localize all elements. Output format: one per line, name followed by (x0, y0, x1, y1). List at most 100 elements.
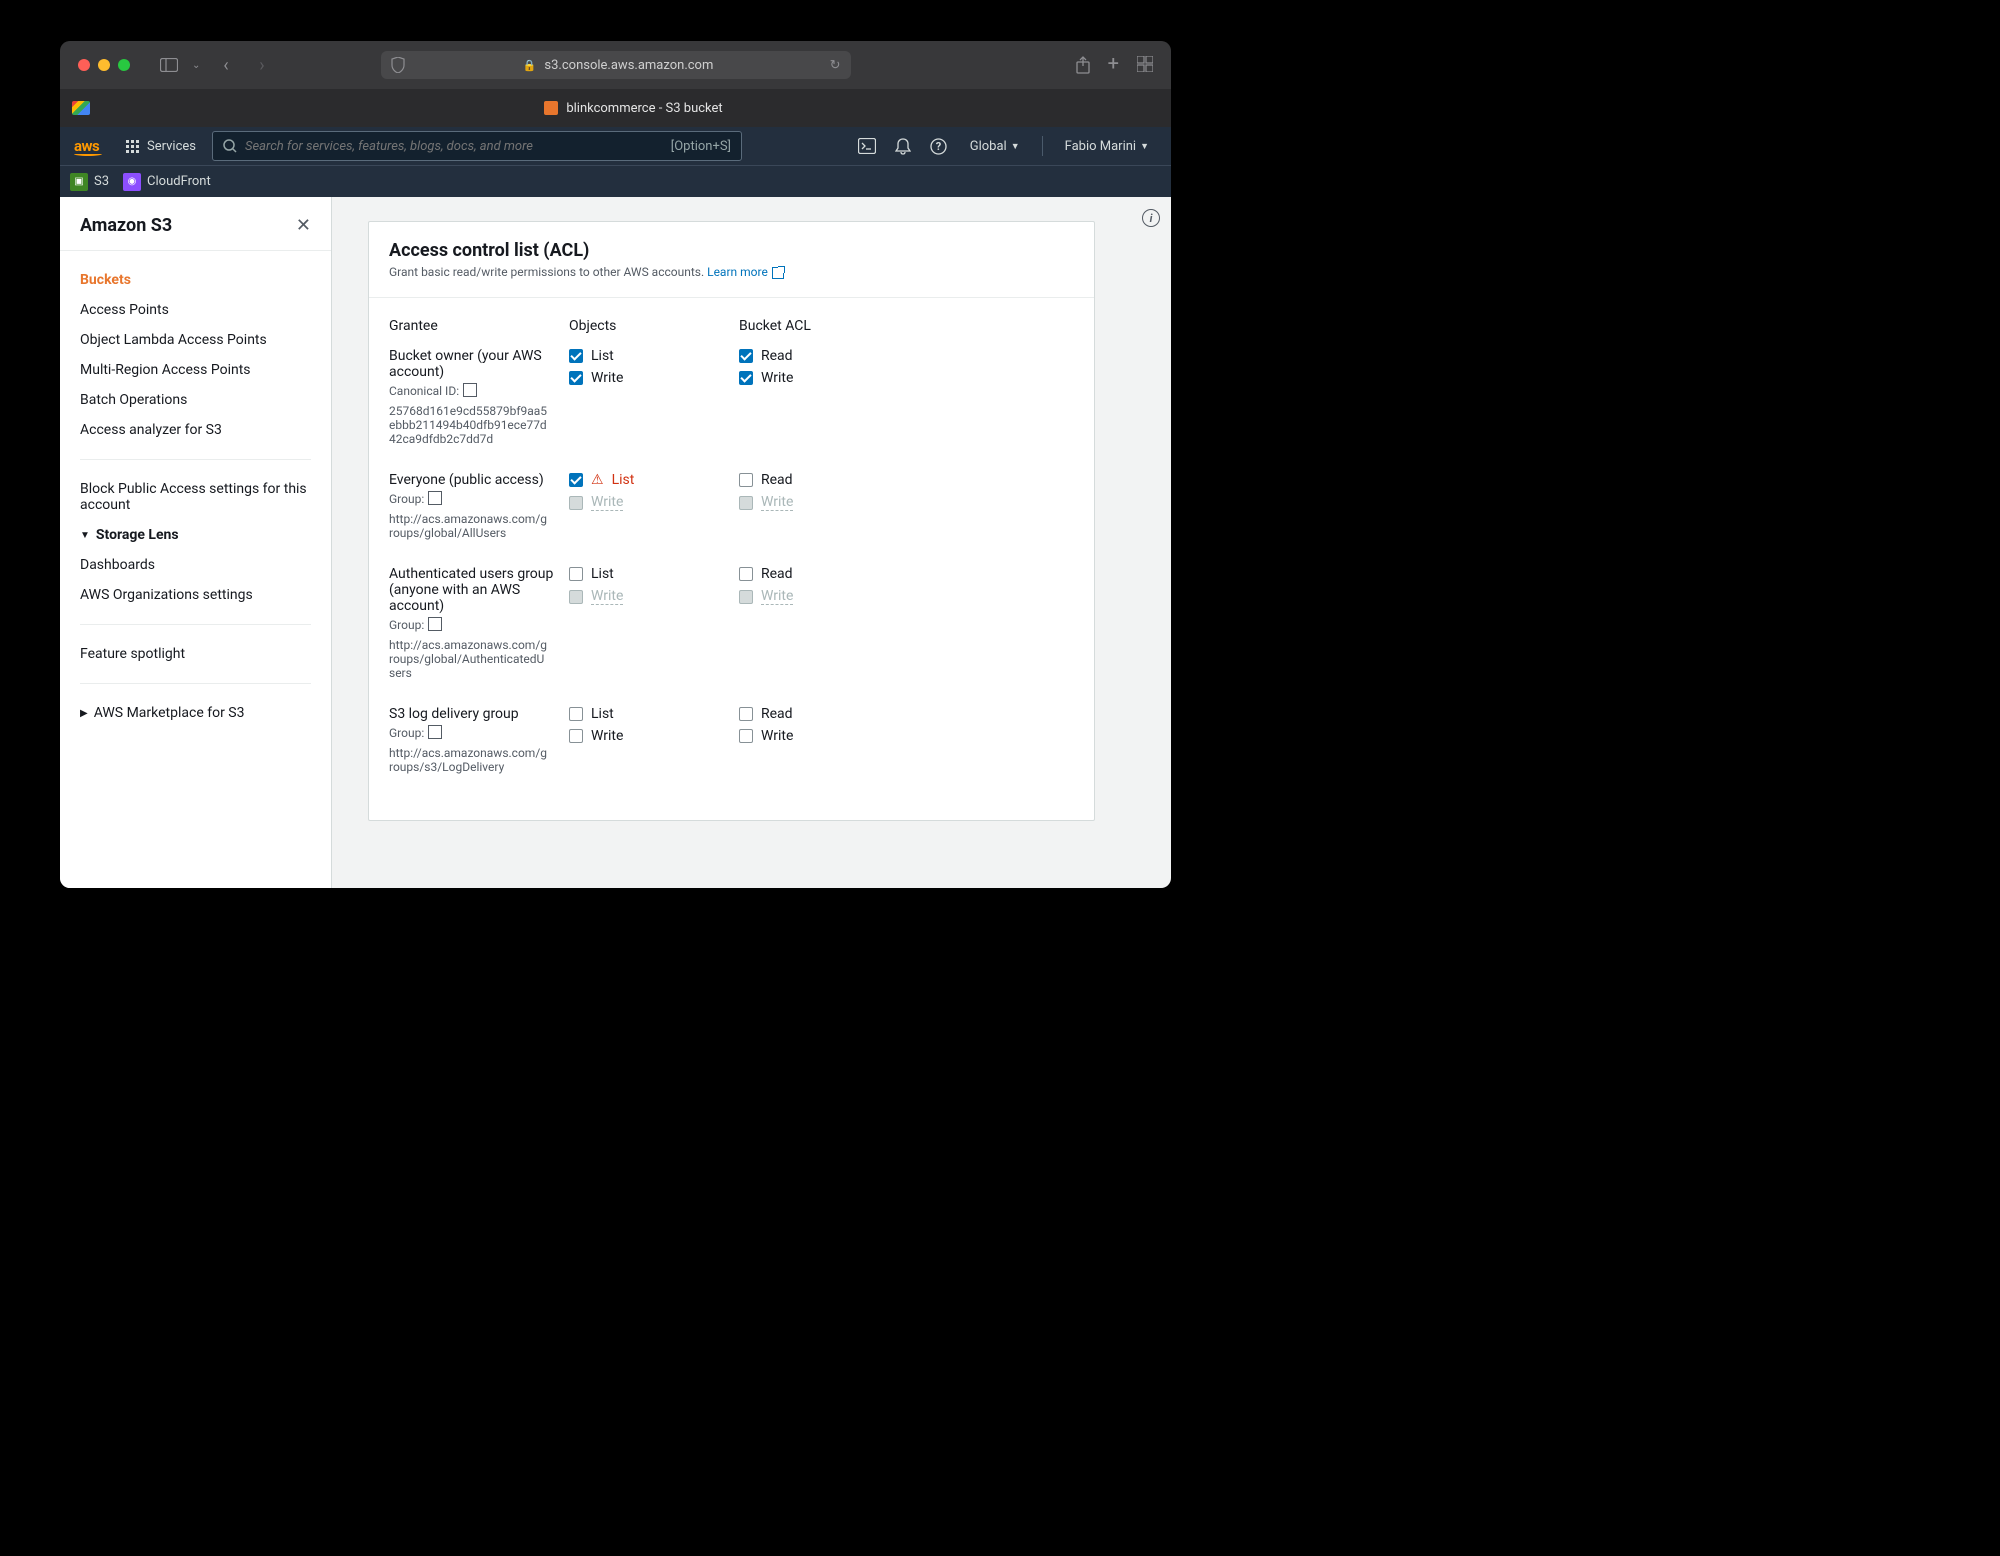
sidebar-toggle-icon[interactable] (158, 56, 180, 74)
main-area: Access control list (ACL) Grant basic re… (332, 197, 1171, 888)
gmail-icon (72, 101, 90, 115)
reload-icon[interactable]: ↻ (830, 58, 841, 73)
help-icon[interactable]: ? (926, 138, 952, 155)
search-shortcut: [Option+S] (671, 139, 731, 154)
sidebar-item-bpa[interactable]: Block Public Access settings for this ac… (60, 474, 331, 520)
sidebar-item-org-settings[interactable]: AWS Organizations settings (60, 580, 331, 610)
grantee-name: Bucket owner (your AWS account) (389, 348, 569, 380)
checkbox-everyone-objects-write (569, 496, 583, 510)
warning-icon: ⚠ (591, 472, 604, 488)
maximize-window-button[interactable] (118, 59, 130, 71)
grantee-name: S3 log delivery group (389, 706, 569, 722)
checkbox-log-objects-list[interactable] (569, 707, 583, 721)
checkbox-log-acl-read[interactable] (739, 707, 753, 721)
checkbox-log-acl-write[interactable] (739, 729, 753, 743)
sidebar-item-batch[interactable]: Batch Operations (60, 385, 331, 415)
column-header-objects: Objects (569, 318, 739, 348)
lock-icon: 🔒 (523, 59, 537, 72)
panel-title: Access control list (ACL) (389, 240, 1074, 261)
sidebar-item-olap[interactable]: Object Lambda Access Points (60, 325, 331, 355)
service-shortcut-bar: ▣S3 ◉CloudFront (60, 165, 1171, 197)
window-controls (78, 59, 130, 71)
minimize-window-button[interactable] (98, 59, 110, 71)
shortcut-cloudfront[interactable]: ◉CloudFront (123, 173, 211, 191)
checkbox-auth-objects-write (569, 590, 583, 604)
chevron-down-icon[interactable]: ⌄ (192, 60, 202, 71)
sidebar-item-dashboards[interactable]: Dashboards (60, 550, 331, 580)
close-window-button[interactable] (78, 59, 90, 71)
learn-more-link[interactable]: Learn more (707, 265, 784, 279)
services-menu[interactable]: Services (126, 139, 196, 154)
sidebar-close-button[interactable]: ✕ (296, 215, 311, 236)
checkbox-everyone-acl-write (739, 496, 753, 510)
caret-right-icon: ▶ (80, 708, 88, 719)
sidebar-item-mrap[interactable]: Multi-Region Access Points (60, 355, 331, 385)
tab-overview-icon[interactable] (1137, 56, 1153, 74)
checkbox-everyone-acl-read[interactable] (739, 473, 753, 487)
region-selector[interactable]: Global▼ (962, 139, 1028, 154)
sidebar: Amazon S3 ✕ Buckets Access Points Object… (60, 197, 332, 888)
notifications-icon[interactable] (890, 138, 916, 155)
checkbox-owner-acl-write[interactable] (739, 371, 753, 385)
titlebar: ⌄ ‹ › 🔒 s3.console.aws.amazon.com ↻ + (60, 41, 1171, 89)
group-uri: http://acs.amazonaws.com/groups/global/A… (389, 638, 549, 680)
tab-bar: blinkcommerce - S3 bucket (60, 89, 1171, 127)
canonical-id: 25768d161e9cd55879bf9aa5ebbb211494b40dfb… (389, 404, 549, 446)
grantee-row-everyone: Everyone (public access) Group:http://ac… (389, 472, 1074, 540)
search-input[interactable] (245, 139, 663, 154)
aws-logo[interactable]: aws (74, 136, 102, 156)
acl-panel: Access control list (ACL) Grant basic re… (368, 221, 1095, 821)
s3-tab-icon (544, 101, 558, 115)
external-link-icon (772, 267, 784, 279)
back-button[interactable]: ‹ (214, 55, 238, 76)
tab-title: blinkcommerce - S3 bucket (566, 101, 722, 116)
panel-subtitle: Grant basic read/write permissions to ot… (389, 265, 1074, 279)
checkbox-owner-acl-read[interactable] (739, 349, 753, 363)
checkbox-auth-acl-write (739, 590, 753, 604)
svg-text:?: ? (936, 140, 942, 153)
copy-icon[interactable] (430, 493, 442, 505)
aws-top-nav: aws Services [Option+S] ? Global▼ Fabio … (60, 127, 1171, 165)
forward-button[interactable]: › (250, 55, 274, 76)
column-header-grantee: Grantee (389, 318, 569, 348)
checkbox-log-objects-write[interactable] (569, 729, 583, 743)
cloudfront-service-icon: ◉ (123, 173, 141, 191)
sidebar-item-feature-spotlight[interactable]: Feature spotlight (60, 639, 331, 669)
sidebar-item-analyzer[interactable]: Access analyzer for S3 (60, 415, 331, 445)
sidebar-item-buckets[interactable]: Buckets (60, 265, 331, 295)
pinned-tab-gmail[interactable] (66, 93, 96, 123)
grantee-row-log-delivery: S3 log delivery group Group:http://acs.a… (389, 706, 1074, 774)
copy-icon[interactable] (430, 727, 442, 739)
caret-down-icon: ▼ (80, 530, 90, 541)
grid-icon (126, 140, 139, 153)
checkbox-owner-objects-write[interactable] (569, 371, 583, 385)
address-bar[interactable]: 🔒 s3.console.aws.amazon.com ↻ (381, 51, 851, 79)
group-uri: http://acs.amazonaws.com/groups/s3/LogDe… (389, 746, 549, 774)
shortcut-s3[interactable]: ▣S3 (70, 173, 109, 191)
new-tab-icon[interactable]: + (1108, 56, 1119, 74)
info-rail: i (1131, 197, 1171, 888)
checkbox-owner-objects-list[interactable] (569, 349, 583, 363)
search-icon (223, 139, 237, 153)
group-uri: http://acs.amazonaws.com/groups/global/A… (389, 512, 549, 540)
column-header-bucket-acl: Bucket ACL (739, 318, 909, 348)
copy-icon[interactable] (465, 385, 477, 397)
info-icon[interactable]: i (1142, 209, 1160, 227)
url-text: s3.console.aws.amazon.com (544, 58, 713, 73)
sidebar-item-access-points[interactable]: Access Points (60, 295, 331, 325)
checkbox-auth-objects-list[interactable] (569, 567, 583, 581)
account-menu[interactable]: Fabio Marini▼ (1057, 139, 1157, 154)
aws-search[interactable]: [Option+S] (212, 131, 742, 161)
sidebar-group-storage-lens[interactable]: ▼Storage Lens (60, 520, 331, 550)
sidebar-item-marketplace[interactable]: ▶AWS Marketplace for S3 (60, 698, 331, 728)
active-tab[interactable]: blinkcommerce - S3 bucket (96, 101, 1171, 116)
checkbox-everyone-objects-list[interactable] (569, 473, 583, 487)
browser-window: ⌄ ‹ › 🔒 s3.console.aws.amazon.com ↻ + b (60, 41, 1171, 888)
grantee-name: Authenticated users group (anyone with a… (389, 566, 569, 614)
share-icon[interactable] (1076, 56, 1090, 74)
checkbox-auth-acl-read[interactable] (739, 567, 753, 581)
grantee-row-authenticated: Authenticated users group (anyone with a… (389, 566, 1074, 680)
s3-service-icon: ▣ (70, 173, 88, 191)
cloudshell-icon[interactable] (854, 138, 880, 154)
copy-icon[interactable] (430, 619, 442, 631)
